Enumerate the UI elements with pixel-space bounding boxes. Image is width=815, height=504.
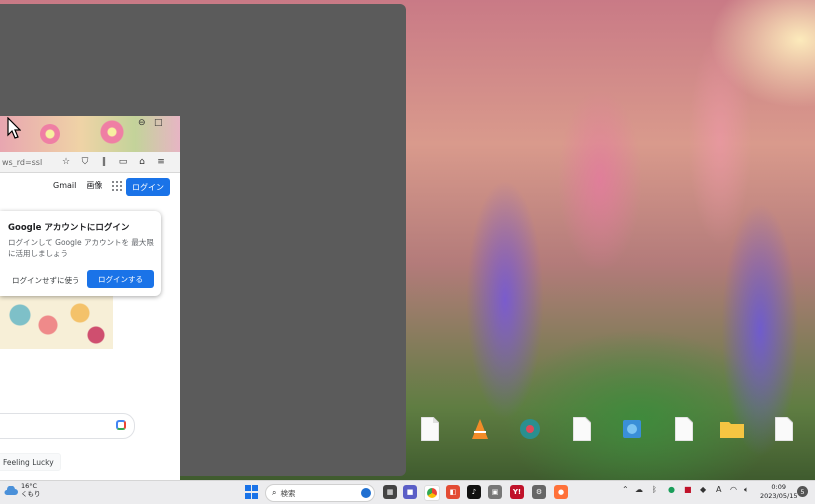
address-bar[interactable]: ws_rd=ssl xyxy=(2,158,54,167)
maximize-icon[interactable]: □ xyxy=(154,118,163,128)
system-clock[interactable]: 0:09 2023/05/15 xyxy=(760,483,797,500)
extensions-icon[interactable]: ⌂ xyxy=(135,155,149,169)
sidebar-icon[interactable]: ▭ xyxy=(116,155,130,169)
desktop-file-icon-2[interactable] xyxy=(570,415,594,443)
library-icon[interactable]: ‖ xyxy=(97,155,111,169)
settings-gear-icon[interactable]: ⚙ xyxy=(532,485,546,499)
browser-toolbar: ws_rd=ssl ☆ ⛉ ‖ ▭ ⌂ ≡ xyxy=(0,152,180,173)
gmail-link[interactable]: Gmail xyxy=(53,181,76,190)
apps-grid-icon[interactable] xyxy=(112,180,123,191)
mouse-cursor-icon xyxy=(7,117,21,139)
app-icon-gray[interactable]: ▣ xyxy=(488,485,502,499)
search-input[interactable] xyxy=(0,413,135,439)
cloud-icon xyxy=(4,485,18,495)
tray-app-icon-2[interactable]: ■ xyxy=(684,485,692,494)
bluetooth-icon[interactable]: ᛒ xyxy=(652,485,657,494)
app-shortcut-icon[interactable] xyxy=(518,415,542,443)
weather-desc: くもり xyxy=(21,489,41,498)
theme-flower-decoration-2 xyxy=(40,124,60,144)
folder-shortcut-icon[interactable] xyxy=(720,415,744,443)
clock-date: 2023/05/15 xyxy=(760,491,798,500)
menu-icon[interactable]: ≡ xyxy=(154,155,168,169)
weather-widget[interactable]: 16°C くもり xyxy=(4,482,41,498)
onedrive-cloud-icon[interactable]: ☁ xyxy=(635,485,643,494)
task-view-icon[interactable]: ▦ xyxy=(383,485,397,499)
yahoo-icon[interactable]: Y! xyxy=(510,485,524,499)
taskbar-search-label: 検索 xyxy=(280,488,296,498)
chevron-up-icon[interactable]: ⌃ xyxy=(622,485,629,494)
shield-icon[interactable]: ⛉ xyxy=(78,155,92,169)
top-links: Gmail 画像 xyxy=(53,180,128,191)
popup-body: ログインして Google アカウントを 最大限に活用しましょう xyxy=(8,238,154,258)
vlc-shortcut-icon[interactable] xyxy=(468,415,492,443)
desktop-file-icon-4[interactable] xyxy=(772,415,796,443)
tiktok-icon[interactable]: ♪ xyxy=(467,485,481,499)
taskbar-search[interactable]: ⌕ 検索 xyxy=(265,484,375,502)
tray-app-icon-1[interactable]: ● xyxy=(668,485,675,494)
image-file-icon[interactable] xyxy=(620,415,644,443)
bing-icon[interactable] xyxy=(361,488,371,498)
popup-skip-link[interactable]: ログインせずに使う xyxy=(12,275,80,286)
browser-title-bar[interactable]: ⊖ □ xyxy=(0,116,180,152)
teams-chat-icon[interactable]: ■ xyxy=(403,485,417,499)
browser-window: ⊖ □ ws_rd=ssl ☆ ⛉ ‖ ▭ ⌂ ≡ Gmail 画像 ログイン … xyxy=(0,116,180,480)
app-icon-red[interactable]: ◧ xyxy=(446,485,460,499)
clock-time: 0:09 xyxy=(771,483,787,491)
taskbar: 16°C くもり ⌕ 検索 ▦ ■ ◧ ♪ ▣ Y! ⚙ ● ⌃ ☁ ᛒ ● ■… xyxy=(0,480,815,504)
chrome-icon[interactable] xyxy=(424,485,440,501)
ime-indicator[interactable]: A xyxy=(716,485,721,494)
tray-app-icon-3[interactable]: ◆ xyxy=(700,485,706,494)
minimize-icon[interactable]: ⊖ xyxy=(138,118,146,128)
wifi-icon[interactable]: ◠ xyxy=(730,485,737,494)
desktop-file-icon-3[interactable] xyxy=(672,415,696,443)
signin-button[interactable]: ログイン xyxy=(126,178,170,196)
volume-icon[interactable]: 🔈︎ xyxy=(744,485,749,495)
popup-title: Google アカウントにログイン xyxy=(8,223,130,233)
desktop-file-icon[interactable] xyxy=(418,415,442,443)
account-signin-popup: Google アカウントにログイン ログインして Google アカウントを 最… xyxy=(0,211,161,296)
images-link[interactable]: 画像 xyxy=(86,180,102,191)
firefox-icon[interactable]: ● xyxy=(554,485,568,499)
theme-flower-decoration xyxy=(98,118,126,146)
google-lens-icon[interactable] xyxy=(116,420,126,430)
popup-signin-button[interactable]: ログインする xyxy=(87,270,154,288)
feeling-lucky-button[interactable]: Feeling Lucky xyxy=(0,453,61,471)
notification-badge[interactable]: 5 xyxy=(797,486,808,497)
google-doodle-image[interactable] xyxy=(0,293,113,349)
bookmark-star-icon[interactable]: ☆ xyxy=(59,155,73,169)
start-button[interactable] xyxy=(245,485,259,499)
search-icon: ⌕ xyxy=(272,488,277,497)
